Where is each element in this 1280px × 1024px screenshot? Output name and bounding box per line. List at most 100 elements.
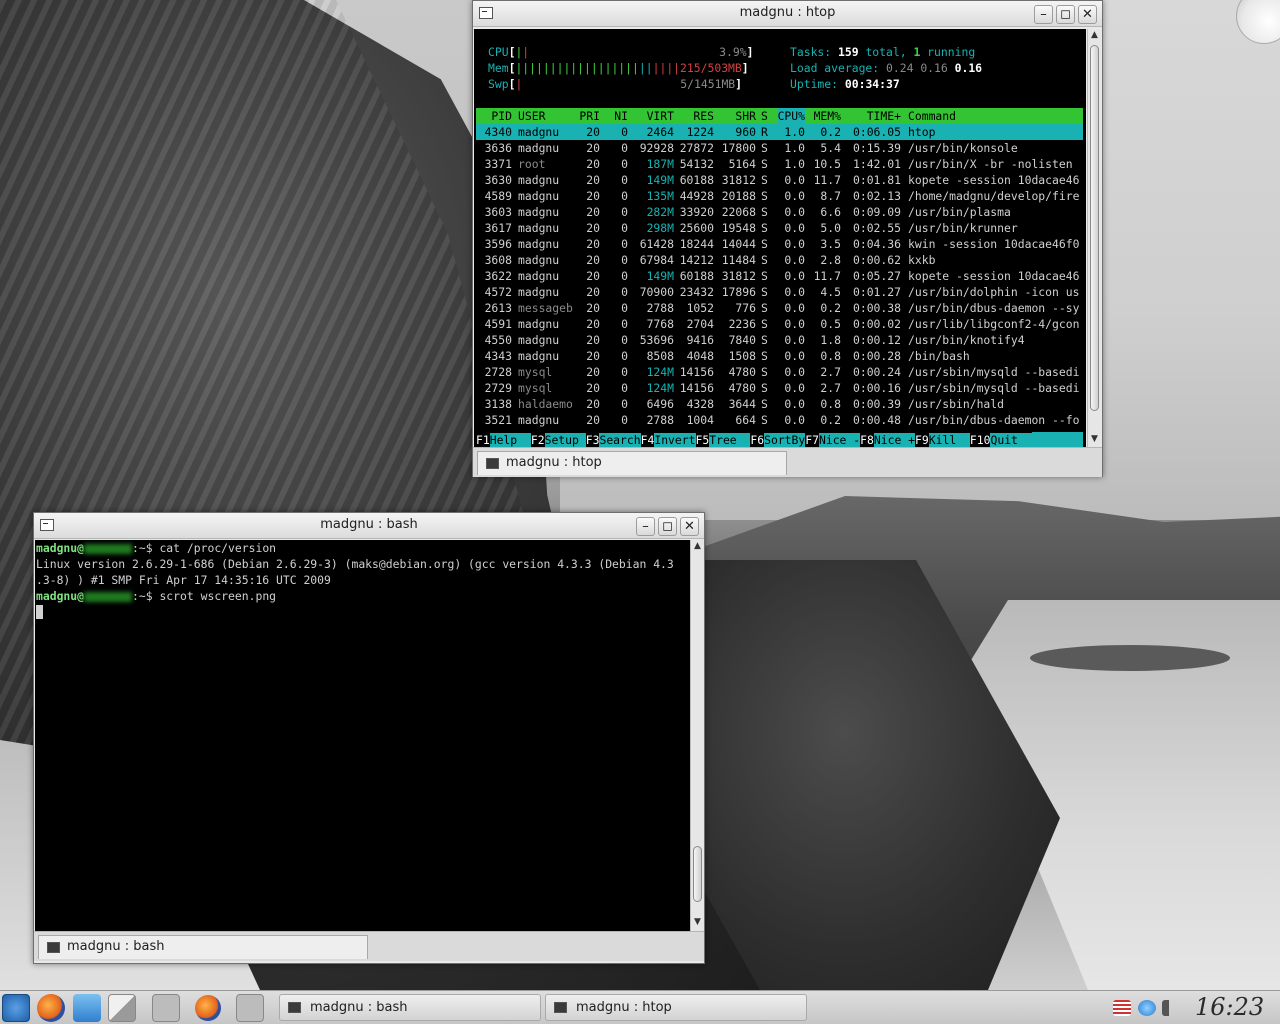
function-key-f3[interactable]: F3Search	[586, 432, 641, 448]
table-row[interactable]: 3617 madgnu 20 0 298M 25600 19548 S 0.0 5.0 0:02.5…	[476, 220, 1083, 236]
help-icon[interactable]	[1138, 1000, 1156, 1016]
function-key-f4[interactable]: F4Invert	[641, 432, 696, 448]
pager-desktop-2-icon[interactable]	[236, 994, 264, 1022]
cell-pri: 20	[586, 317, 600, 331]
maximize-button[interactable]: ◻	[658, 517, 677, 536]
cell-user: mysql	[518, 381, 553, 395]
cell-shr: 17896	[721, 285, 756, 299]
function-key-f5[interactable]: F5Tree	[696, 432, 751, 448]
htop-session-tab[interactable]: madgnu : htop	[477, 451, 787, 475]
function-key-f1[interactable]: F1Help	[476, 432, 531, 448]
cell-res: 9416	[686, 333, 714, 347]
column-header-pid[interactable]: PID	[491, 108, 512, 124]
task-htop[interactable]: madgnu : htop	[545, 994, 807, 1021]
column-header-s[interactable]: S	[761, 108, 768, 124]
column-header-time-[interactable]: TIME+	[867, 108, 901, 124]
function-key-f6[interactable]: F6SortBy	[750, 432, 806, 448]
column-header-ni[interactable]: NI	[614, 108, 628, 124]
bash-session-tab[interactable]: madgnu : bash	[38, 935, 368, 959]
table-row[interactable]: 3138 haldaemo 20 0 6496 4328 3644 S 0.0 0.8 0:00.3…	[476, 396, 1083, 412]
cell-ni: 0	[621, 365, 628, 379]
terminal-icon	[288, 1002, 301, 1013]
kde-menu-icon[interactable]	[2, 994, 30, 1022]
column-header-shr[interactable]: SHR	[735, 108, 756, 124]
table-row[interactable]: 2613 messageb 20 0 2788 1052 776 S 0.0 0.2 0:00.38…	[476, 300, 1083, 316]
column-header-command[interactable]: Command	[908, 108, 956, 124]
function-key-f9[interactable]: F9Kill	[915, 432, 970, 448]
htop-terminal[interactable]: CPU[|| 3.9%] Mem[||||||||||||||||||||||||…	[474, 29, 1086, 448]
scroll-up-icon[interactable]: ▲	[691, 540, 704, 553]
bash-terminal[interactable]: madgnu@:~$ cat /proc/version Linux versio…	[35, 540, 690, 931]
column-header-mem-[interactable]: MEM%	[814, 108, 841, 124]
prompt-suffix: :~$	[132, 541, 160, 555]
cell-res: 14156	[679, 381, 714, 395]
function-key-f10[interactable]: F10Quit	[970, 432, 1032, 448]
cell-cmd: htop	[908, 125, 936, 139]
bash-scrollbar[interactable]: ▲ ▼	[690, 540, 704, 931]
firefox-task-icon[interactable]	[195, 995, 221, 1021]
close-button[interactable]: ✕	[1078, 5, 1097, 24]
table-row[interactable]: 4572 madgnu 20 0 70900 23432 17896 S 0.0 4.5 0:01.…	[476, 284, 1083, 300]
bash-titlebar[interactable]: madgnu : bash – ◻ ✕	[34, 513, 704, 539]
function-key-f2[interactable]: F2Setup	[531, 432, 586, 448]
pager-desktop-1-icon[interactable]	[152, 994, 180, 1022]
scroll-down-icon[interactable]: ▼	[691, 916, 704, 929]
maximize-button[interactable]: ◻	[1056, 5, 1075, 24]
table-row[interactable]: 3622 madgnu 20 0 149M 60188 31812 S 0.0 11.7 0:05.…	[476, 268, 1083, 284]
table-row[interactable]: 4343 madgnu 20 0 8508 4048 1508 S 0.0 0.8 0:00.28 /…	[476, 348, 1083, 364]
function-key-f7[interactable]: F7Nice -	[805, 432, 861, 448]
task-bash[interactable]: madgnu : bash	[279, 994, 541, 1021]
table-row[interactable]: 3630 madgnu 20 0 149M 60188 31812 S 0.0 11.7 0:01.…	[476, 172, 1083, 188]
close-button[interactable]: ✕	[680, 517, 699, 536]
cell-time: 1:42.01	[852, 157, 901, 171]
cell-virt: 187M	[646, 157, 674, 171]
minimize-button[interactable]: –	[636, 517, 655, 536]
cell-s: S	[761, 349, 768, 363]
bash-scroll-thumb[interactable]	[693, 846, 702, 902]
cell-cpu: 1.0	[784, 141, 805, 155]
desktop-pager-icon[interactable]	[108, 994, 136, 1022]
column-header-cpu-[interactable]: CPU%	[777, 108, 805, 124]
htop-titlebar[interactable]: madgnu : htop – ◻ ✕	[473, 1, 1102, 27]
cell-s: R	[761, 125, 768, 139]
htop-scrollbar[interactable]: ▲ ▼	[1087, 29, 1101, 448]
table-row[interactable]: 3371 root 20 0 187M 54132 5164 S 1.0 10.5 1:42.01 /…	[476, 156, 1083, 172]
keyboard-layout-flag-icon[interactable]	[1113, 1000, 1131, 1016]
column-header-pri[interactable]: PRI	[579, 108, 600, 124]
home-folder-icon[interactable]	[73, 994, 101, 1022]
column-header-res[interactable]: RES	[693, 108, 714, 124]
table-row[interactable]: 3608 madgnu 20 0 67984 14212 11484 S 0.0 2.8 0:00.…	[476, 252, 1083, 268]
table-row[interactable]: 3521 madgnu 20 0 2788 1004 664 S 0.0 0.2 0:00.48/u…	[476, 412, 1083, 428]
firefox-icon[interactable]	[37, 994, 65, 1022]
htop-scroll-thumb[interactable]	[1090, 45, 1099, 411]
table-row[interactable]: 4591 madgnu 20 0 7768 2704 2236 S 0.0 0.5 0:00.02 /…	[476, 316, 1083, 332]
scroll-up-icon[interactable]: ▲	[1088, 29, 1101, 42]
swap-meter: Swp[| 5/1451MB]	[488, 77, 743, 91]
table-row[interactable]: 2729 mysql 20 0 124M 14156 4780 S 0.0 2.7 0:00.16 /…	[476, 380, 1083, 396]
wallpaper-island	[1030, 645, 1230, 671]
cell-pri: 20	[586, 269, 600, 283]
minimize-button[interactable]: –	[1034, 5, 1053, 24]
cell-mem: 3.5	[820, 237, 841, 251]
cell-cmd: /usr/bin/X -br -nolisten	[908, 157, 1073, 171]
function-key-code: F7	[805, 433, 819, 447]
column-header-user[interactable]: USER	[518, 108, 545, 124]
column-header-virt[interactable]: VIRT	[647, 108, 674, 124]
cell-cmd: /usr/sbin/mysqld --basedi	[908, 365, 1080, 379]
cell-cpu: 0.0	[784, 221, 805, 235]
table-row[interactable]: 2728 mysql 20 0 124M 14156 4780 S 0.0 2.7 0:00.24 /…	[476, 364, 1083, 380]
table-row[interactable]: 3636 madgnu 20 0 92928 27872 17800 S 1.0 5.4 0:15.…	[476, 140, 1083, 156]
table-row[interactable]: 4589 madgnu 20 0 135M 44928 20188 S 0.0 8.7 0:02.1…	[476, 188, 1083, 204]
table-row[interactable]: 3603 madgnu 20 0 282M 33920 22068 S 0.0 6.6 0:09.0…	[476, 204, 1083, 220]
function-key-f8[interactable]: F8Nice +	[860, 432, 916, 448]
table-row[interactable]: 4340 madgnu 20 0 2464 1224 960 R 1.0 0.2 0:06.05 ht…	[476, 124, 1083, 140]
process-table-header[interactable]: PID USER PRI NI VIRT RES SHR S CPU% MEM% TIME+ Comm…	[476, 108, 1083, 124]
scroll-down-icon[interactable]: ▼	[1088, 433, 1101, 446]
table-row[interactable]: 3596 madgnu 20 0 61428 18244 14044 S 0.0 3.5 0:04.…	[476, 236, 1083, 252]
table-row[interactable]: 4550 madgnu 20 0 53696 9416 7840 S 0.0 1.8 0:00.12…	[476, 332, 1083, 348]
close-icon: ✕	[1082, 7, 1093, 22]
clock[interactable]: 16:23	[1195, 993, 1264, 1021]
cell-pri: 20	[586, 125, 600, 139]
volume-icon[interactable]	[1162, 1000, 1180, 1016]
cell-time: 0:04.36	[852, 237, 901, 251]
